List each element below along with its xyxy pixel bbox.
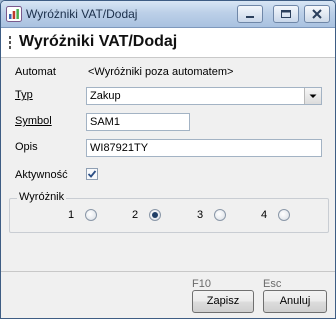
wyroznik-option-3-label: 3 bbox=[197, 209, 204, 221]
typ-select[interactable]: Zakup bbox=[86, 87, 322, 105]
typ-label: Typ bbox=[15, 89, 33, 101]
aktywnosc-checkbox[interactable] bbox=[86, 168, 98, 180]
minimize-icon bbox=[246, 16, 254, 18]
cancel-hotkey: Esc bbox=[263, 278, 282, 290]
wyroznik-group-title: Wyróżnik bbox=[17, 191, 67, 203]
wyroznik-option-2-label: 2 bbox=[132, 209, 139, 221]
footer-divider bbox=[1, 271, 335, 272]
typ-select-value: Zakup bbox=[90, 90, 121, 102]
symbol-input[interactable]: SAM1 bbox=[86, 113, 190, 131]
dialog-window: Wyróżniki VAT/Dodaj Wyróżniki VAT/Dodaj … bbox=[0, 0, 336, 319]
dropdown-arrow-icon bbox=[309, 94, 317, 98]
cancel-button[interactable]: Anuluj bbox=[263, 290, 327, 313]
automat-field: <Wyróżniki poza automatem> bbox=[86, 64, 322, 82]
wyroznik-option-4-label: 4 bbox=[261, 209, 268, 221]
aktywnosc-label: Aktywność bbox=[15, 169, 68, 181]
maximize-icon bbox=[281, 10, 291, 18]
close-button[interactable] bbox=[304, 5, 330, 23]
page-title: Wyróżniki VAT/Dodaj bbox=[19, 33, 178, 50]
automat-label: Automat bbox=[15, 66, 56, 78]
window-title: Wyróżniki VAT/Dodaj bbox=[26, 7, 138, 21]
wyroznik-radio-2[interactable] bbox=[149, 209, 161, 221]
minimize-button[interactable] bbox=[237, 5, 263, 23]
opis-input[interactable]: WI87921TY bbox=[86, 139, 322, 157]
wyroznik-option-1-label: 1 bbox=[68, 209, 75, 221]
wyroznik-radio-1[interactable] bbox=[85, 209, 97, 221]
wyroznik-radio-4[interactable] bbox=[278, 209, 290, 221]
radio-dot bbox=[152, 212, 158, 218]
wyroznik-radio-3[interactable] bbox=[214, 209, 226, 221]
typ-dropdown-button[interactable] bbox=[304, 88, 321, 104]
save-hotkey: F10 bbox=[192, 278, 211, 290]
header-grip-icon bbox=[9, 36, 11, 49]
opis-label: Opis bbox=[15, 141, 38, 153]
maximize-button[interactable] bbox=[273, 5, 299, 23]
save-button[interactable]: Zapisz bbox=[192, 290, 254, 313]
dialog-header: Wyróżniki VAT/Dodaj bbox=[1, 28, 335, 58]
symbol-label: Symbol bbox=[15, 115, 52, 127]
title-bar[interactable]: Wyróżniki VAT/Dodaj bbox=[1, 1, 335, 28]
app-icon bbox=[6, 6, 22, 22]
checkmark-icon bbox=[87, 170, 97, 178]
close-icon bbox=[312, 9, 322, 19]
